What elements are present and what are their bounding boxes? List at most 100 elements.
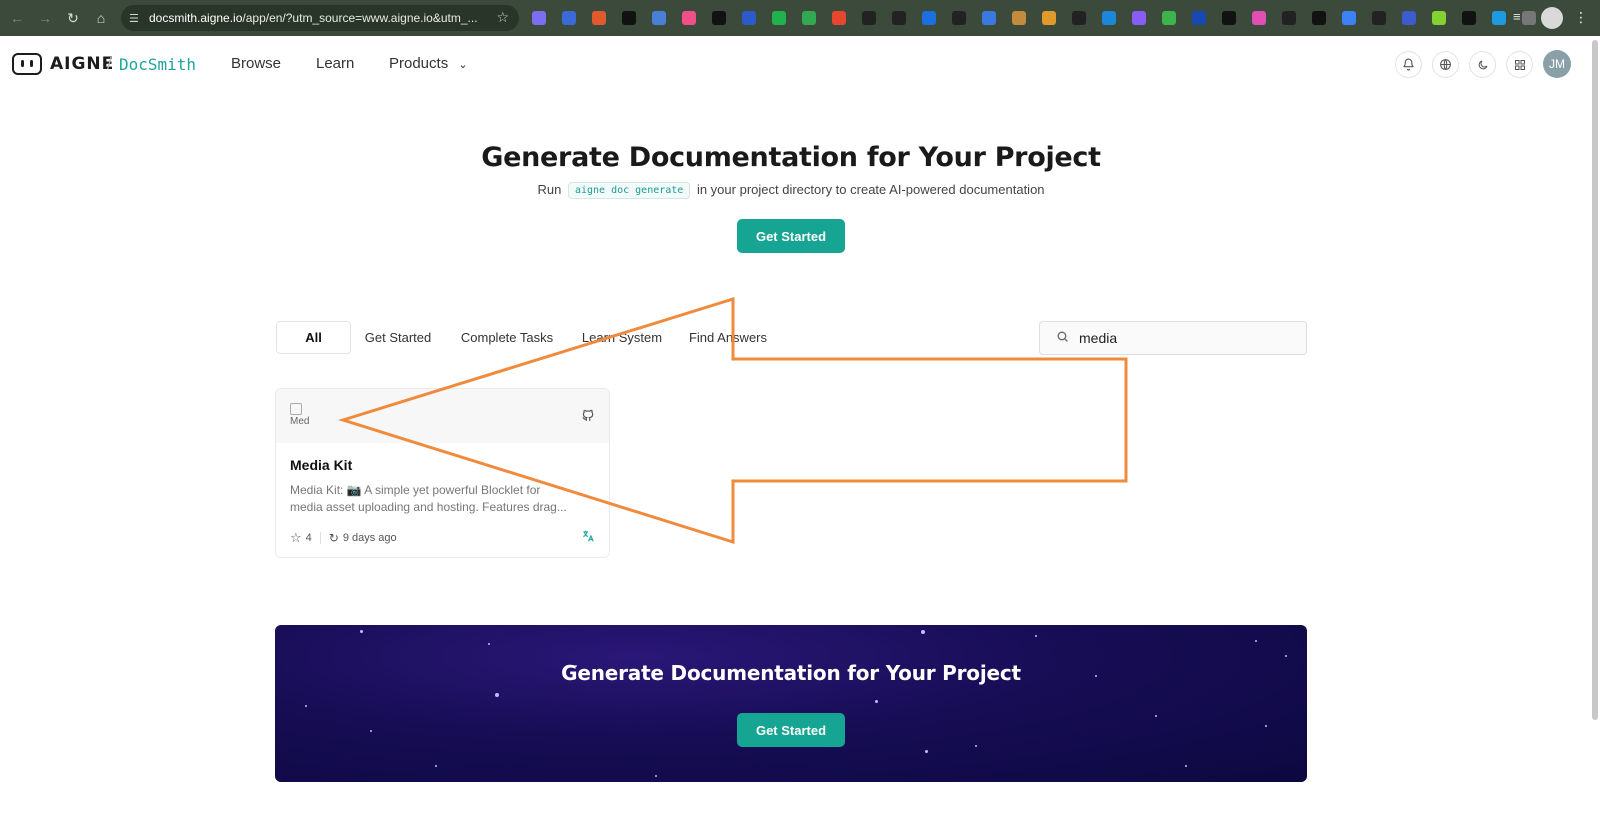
forward-icon[interactable]: → — [34, 7, 56, 29]
meta-divider — [319, 532, 321, 544]
decorative-star — [305, 705, 307, 707]
site-info-icon[interactable]: ☰ — [129, 12, 149, 25]
nav-products[interactable]: Products ⌄ — [389, 55, 468, 72]
browser-extension-icon[interactable] — [1462, 11, 1476, 25]
browser-extension-icon[interactable] — [892, 11, 906, 25]
card-description: Media Kit: 📷 A simple yet powerful Block… — [290, 482, 595, 516]
browser-extension-icon[interactable] — [1372, 11, 1386, 25]
extensions-row — [532, 8, 1552, 28]
card-title[interactable]: Media Kit — [290, 457, 352, 473]
logo-separator: / — [107, 54, 112, 73]
browser-extension-icon[interactable] — [1222, 11, 1236, 25]
apps-grid-icon[interactable] — [1506, 51, 1533, 78]
github-icon[interactable] — [581, 408, 595, 425]
browser-extension-icon[interactable] — [1252, 11, 1266, 25]
browser-extension-icon[interactable] — [1132, 11, 1146, 25]
browser-extension-icon[interactable] — [1402, 11, 1416, 25]
user-avatar[interactable]: JM — [1543, 50, 1571, 78]
tab-get-started[interactable]: Get Started — [358, 321, 438, 354]
browser-menu-icon[interactable]: ⋮ — [1574, 9, 1588, 26]
browser-extension-icon[interactable] — [742, 11, 756, 25]
back-icon[interactable]: ← — [6, 7, 28, 29]
tab-complete-tasks[interactable]: Complete Tasks — [453, 321, 561, 354]
browser-extension-icon[interactable] — [832, 11, 846, 25]
browser-extension-icon[interactable] — [922, 11, 936, 25]
reading-list-icon[interactable]: ≡ — [1513, 9, 1521, 24]
card-header — [276, 389, 609, 443]
dark-mode-moon-icon[interactable] — [1469, 51, 1496, 78]
search-icon — [1056, 330, 1069, 346]
hero-sub-prefix: Run — [537, 182, 562, 197]
address-url[interactable]: docsmith.aigne.io/app/en/?utm_source=www… — [149, 11, 479, 25]
tab-find-answers[interactable]: Find Answers — [683, 321, 773, 354]
browser-extension-icon[interactable] — [862, 11, 876, 25]
product-name[interactable]: DocSmith — [119, 55, 196, 74]
decorative-star — [1185, 765, 1187, 767]
reload-icon[interactable]: ↻ — [62, 7, 84, 29]
browser-extension-icon[interactable] — [1492, 11, 1506, 25]
browser-extension-icon[interactable] — [1012, 11, 1026, 25]
tab-all[interactable]: All — [276, 321, 351, 354]
browser-extension-icon[interactable] — [982, 11, 996, 25]
browser-extension-icon[interactable] — [1432, 11, 1446, 25]
browser-extension-icon[interactable] — [952, 11, 966, 25]
browser-extension-icon[interactable] — [532, 11, 546, 25]
browser-extension-icon[interactable] — [1072, 11, 1086, 25]
browser-extension-icon[interactable] — [1042, 11, 1056, 25]
browser-extension-icon[interactable] — [1522, 11, 1536, 25]
browser-profile-avatar[interactable] — [1541, 7, 1563, 29]
decorative-star — [1035, 635, 1037, 637]
card-updated-time: 9 days ago — [342, 532, 397, 544]
browser-extension-icon[interactable] — [652, 11, 666, 25]
decorative-star — [925, 750, 928, 753]
browser-extension-icon[interactable] — [1162, 11, 1176, 25]
doc-card-media-kit[interactable]: Med Media Kit Media Kit: 📷 A simple yet … — [275, 388, 610, 558]
hero-subtitle: Run aigne doc generate in your project d… — [0, 182, 1582, 199]
decorative-star — [1255, 640, 1257, 642]
browser-extension-icon[interactable] — [622, 11, 636, 25]
browser-extension-icon[interactable] — [772, 11, 786, 25]
search-box[interactable] — [1039, 321, 1307, 355]
decorative-star — [975, 745, 977, 747]
bookmark-star-icon[interactable]: ☆ — [496, 9, 509, 26]
browser-extension-icon[interactable] — [1282, 11, 1296, 25]
cta-banner: Generate Documentation for Your Project … — [275, 625, 1307, 782]
browser-extension-icon[interactable] — [802, 11, 816, 25]
nav-products-label: Products — [389, 55, 449, 72]
browser-extension-icon[interactable] — [682, 11, 696, 25]
banner-get-started-button[interactable]: Get Started — [737, 713, 845, 747]
logo-text[interactable]: AIGNE — [50, 54, 114, 74]
address-bar[interactable]: ☰ docsmith.aigne.io/app/en/?utm_source=w… — [121, 5, 519, 31]
card-image-alt: Med — [290, 416, 310, 427]
decorative-star — [1265, 725, 1267, 727]
browser-extension-icon[interactable] — [1192, 11, 1206, 25]
decorative-star — [360, 630, 363, 633]
nav-learn[interactable]: Learn — [316, 55, 354, 72]
browser-extension-icon[interactable] — [712, 11, 726, 25]
hero-title: Generate Documentation for Your Project — [481, 142, 1101, 173]
browser-extension-icon[interactable] — [592, 11, 606, 25]
browser-extension-icon[interactable] — [1102, 11, 1116, 25]
browser-extension-icon[interactable] — [1312, 11, 1326, 25]
decorative-star — [370, 730, 372, 732]
search-input[interactable] — [1077, 329, 1281, 347]
browser-toolbar: ← → ↻ ⌂ ☰ docsmith.aigne.io/app/en/?utm_… — [0, 0, 1600, 36]
chevron-down-icon: ⌄ — [458, 59, 468, 71]
card-logo-image: Med — [290, 403, 318, 433]
notification-bell-icon[interactable] — [1395, 51, 1422, 78]
nav-browse[interactable]: Browse — [231, 55, 281, 72]
card-desc-line-1: Media Kit: 📷 A simple yet powerful Block… — [290, 483, 541, 497]
broken-image-icon — [290, 403, 302, 415]
hero-sub-suffix: in your project directory to create AI-p… — [696, 182, 1045, 197]
aigne-logo-icon[interactable] — [12, 53, 42, 75]
browser-extension-icon[interactable] — [562, 11, 576, 25]
home-icon[interactable]: ⌂ — [90, 7, 112, 29]
page-scrollbar[interactable] — [1592, 40, 1598, 720]
star-icon: ☆ — [290, 530, 302, 545]
decorative-star — [1155, 715, 1157, 717]
get-started-button[interactable]: Get Started — [737, 219, 845, 253]
browser-extension-icon[interactable] — [1342, 11, 1356, 25]
translate-icon[interactable] — [581, 529, 595, 546]
language-globe-icon[interactable] — [1432, 51, 1459, 78]
tab-learn-system[interactable]: Learn System — [576, 321, 668, 354]
